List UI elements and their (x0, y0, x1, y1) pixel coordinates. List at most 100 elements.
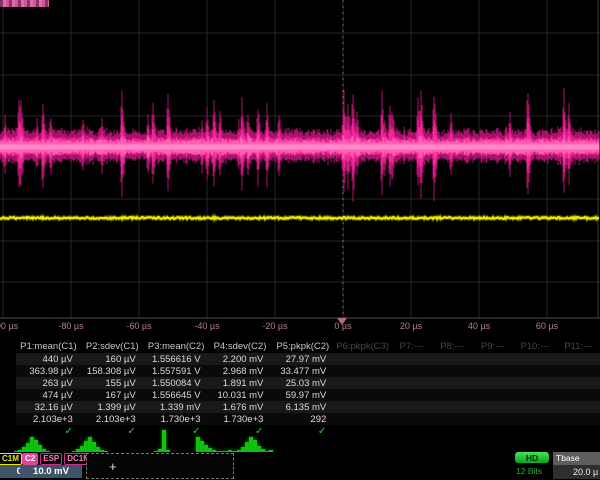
status-check-icon (513, 425, 557, 437)
measurement-value (557, 389, 600, 401)
measurement-value (557, 365, 600, 377)
measurement-row: 32.16 µV1.399 µV1.339 mV1.676 mV6.135 mV (16, 401, 600, 413)
time-axis-label: -40 µs (194, 321, 219, 331)
measurement-value: 10.031 mV (209, 389, 272, 401)
measurement-value (472, 353, 513, 365)
measurement-value (334, 377, 391, 389)
measurement-value: 292 (271, 413, 334, 425)
status-check-icon (557, 425, 600, 437)
plus-icon: + (109, 459, 117, 474)
timebase-label: Tbase (553, 452, 600, 465)
time-axis-label: -80 µs (58, 321, 83, 331)
measurement-header-p8[interactable]: P8:--- (432, 340, 473, 353)
status-check-icon (432, 425, 473, 437)
measurement-value: 474 µV (16, 389, 81, 401)
time-axis-label: 40 µs (468, 321, 490, 331)
measurement-value: 1.399 µV (81, 401, 144, 413)
measurement-value (472, 377, 513, 389)
measurement-value (334, 353, 391, 365)
measurement-header-p2[interactable]: P2:sdev(C1) (81, 340, 144, 353)
histicon-p3 (130, 430, 170, 452)
c2-channel-chip: C2 (22, 453, 38, 465)
measurement-value: 155 µV (81, 377, 144, 389)
measurement-value: 25.03 mV (271, 377, 334, 389)
measurement-header-p3[interactable]: P3:mean(C2) (144, 340, 209, 353)
measurement-value: 32.16 µV (16, 401, 81, 413)
status-check-icon: ✓ (16, 425, 81, 437)
measurement-value (432, 353, 473, 365)
time-axis-label: 20 µs (400, 321, 422, 331)
measurement-value (432, 389, 473, 401)
measurement-value (513, 401, 557, 413)
measurement-value (391, 413, 432, 425)
measurement-value: 1.556616 V (144, 353, 209, 365)
measurement-value: 33.477 mV (271, 365, 334, 377)
measurement-value (432, 413, 473, 425)
hd-bits-label: 12 Bits (516, 466, 542, 476)
measurement-value: 160 µV (81, 353, 144, 365)
status-check-icon: ✓ (209, 425, 272, 437)
measurement-value (557, 353, 600, 365)
measurement-header-p1[interactable]: P1:mean(C1) (16, 340, 81, 353)
measurement-value (557, 401, 600, 413)
time-axis-label: -20 µs (262, 321, 287, 331)
measurement-value (513, 365, 557, 377)
measurement-header-p5[interactable]: P5:pkpk(C2) (271, 340, 334, 353)
measurement-header-p9[interactable]: P9:--- (472, 340, 513, 353)
measurement-value: 363.98 µV (16, 365, 81, 377)
channel-c2-descriptor[interactable]: C2 ESP DC1M 10.0 mV (20, 452, 82, 479)
time-axis-label: -60 µs (126, 321, 151, 331)
measurement-value (432, 377, 473, 389)
measurement-value: 263 µV (16, 377, 81, 389)
measurement-value: 440 µV (16, 353, 81, 365)
measurement-value (472, 389, 513, 401)
add-trace-button[interactable]: + (86, 453, 234, 479)
measurement-value: 167 µV (81, 389, 144, 401)
measurement-header-p10[interactable]: P10:--- (513, 340, 557, 353)
measurement-value (513, 353, 557, 365)
measurement-header-p6[interactable]: P6:pkpk(C3) (334, 340, 391, 353)
measurement-value (472, 413, 513, 425)
measurement-value (391, 377, 432, 389)
measurement-value (513, 377, 557, 389)
measurement-value: 1.730e+3 (209, 413, 272, 425)
measurement-value (391, 365, 432, 377)
measurement-value: 1.556645 V (144, 389, 209, 401)
measurement-value (334, 365, 391, 377)
trace-label-badge (0, 0, 49, 7)
measurement-value: 1.730e+3 (144, 413, 209, 425)
measurement-value (334, 401, 391, 413)
measurement-value: 2.103e+3 (16, 413, 81, 425)
measurement-value: 1.339 mV (144, 401, 209, 413)
measurement-value (391, 353, 432, 365)
measurement-value (391, 389, 432, 401)
c1-coupling-chip: C1M (0, 453, 22, 465)
measurement-row: 474 µV167 µV1.556645 V10.031 mV59.97 mV (16, 389, 600, 401)
waveform-svg (0, 0, 600, 336)
measurement-row: 2.103e+32.103e+31.730e+31.730e+3292 (16, 413, 600, 425)
measurement-value (513, 413, 557, 425)
waveform-display[interactable] (0, 0, 600, 320)
measurement-value (334, 389, 391, 401)
timebase-box[interactable]: Tbase 20.0 µ (553, 452, 600, 479)
oscilloscope-screen: -100 µs-80 µs-60 µs-40 µs-20 µs0 µs20 µs… (0, 0, 600, 480)
timebase-value: 20.0 µ (553, 465, 600, 477)
measurement-header-p7[interactable]: P7:--- (391, 340, 432, 353)
measurement-header-p4[interactable]: P4:sdev(C2) (209, 340, 272, 353)
measurement-header-p11[interactable]: P11:--- (557, 340, 600, 353)
measurement-row: 363.98 µV158.308 µV1.557591 V2.968 mV33.… (16, 365, 600, 377)
measurement-value: 6.135 mV (271, 401, 334, 413)
measurement-value: 1.891 mV (209, 377, 272, 389)
measurement-value: 158.308 µV (81, 365, 144, 377)
histicon-p5 (233, 437, 273, 452)
c2-scale-value: 10.0 mV (20, 465, 82, 478)
measurement-value (513, 389, 557, 401)
status-check-icon (472, 425, 513, 437)
trigger-time-marker (337, 318, 347, 325)
measurement-value: 1.676 mV (209, 401, 272, 413)
hd-mode-badge[interactable]: HD (515, 452, 549, 463)
histicon-p2 (72, 437, 112, 452)
bottom-bar: C1M 0 mV C2 ESP DC1M 10.0 mV + HD 12 Bit… (0, 452, 600, 480)
measurement-value: 2.968 mV (209, 365, 272, 377)
status-check-icon (391, 425, 432, 437)
